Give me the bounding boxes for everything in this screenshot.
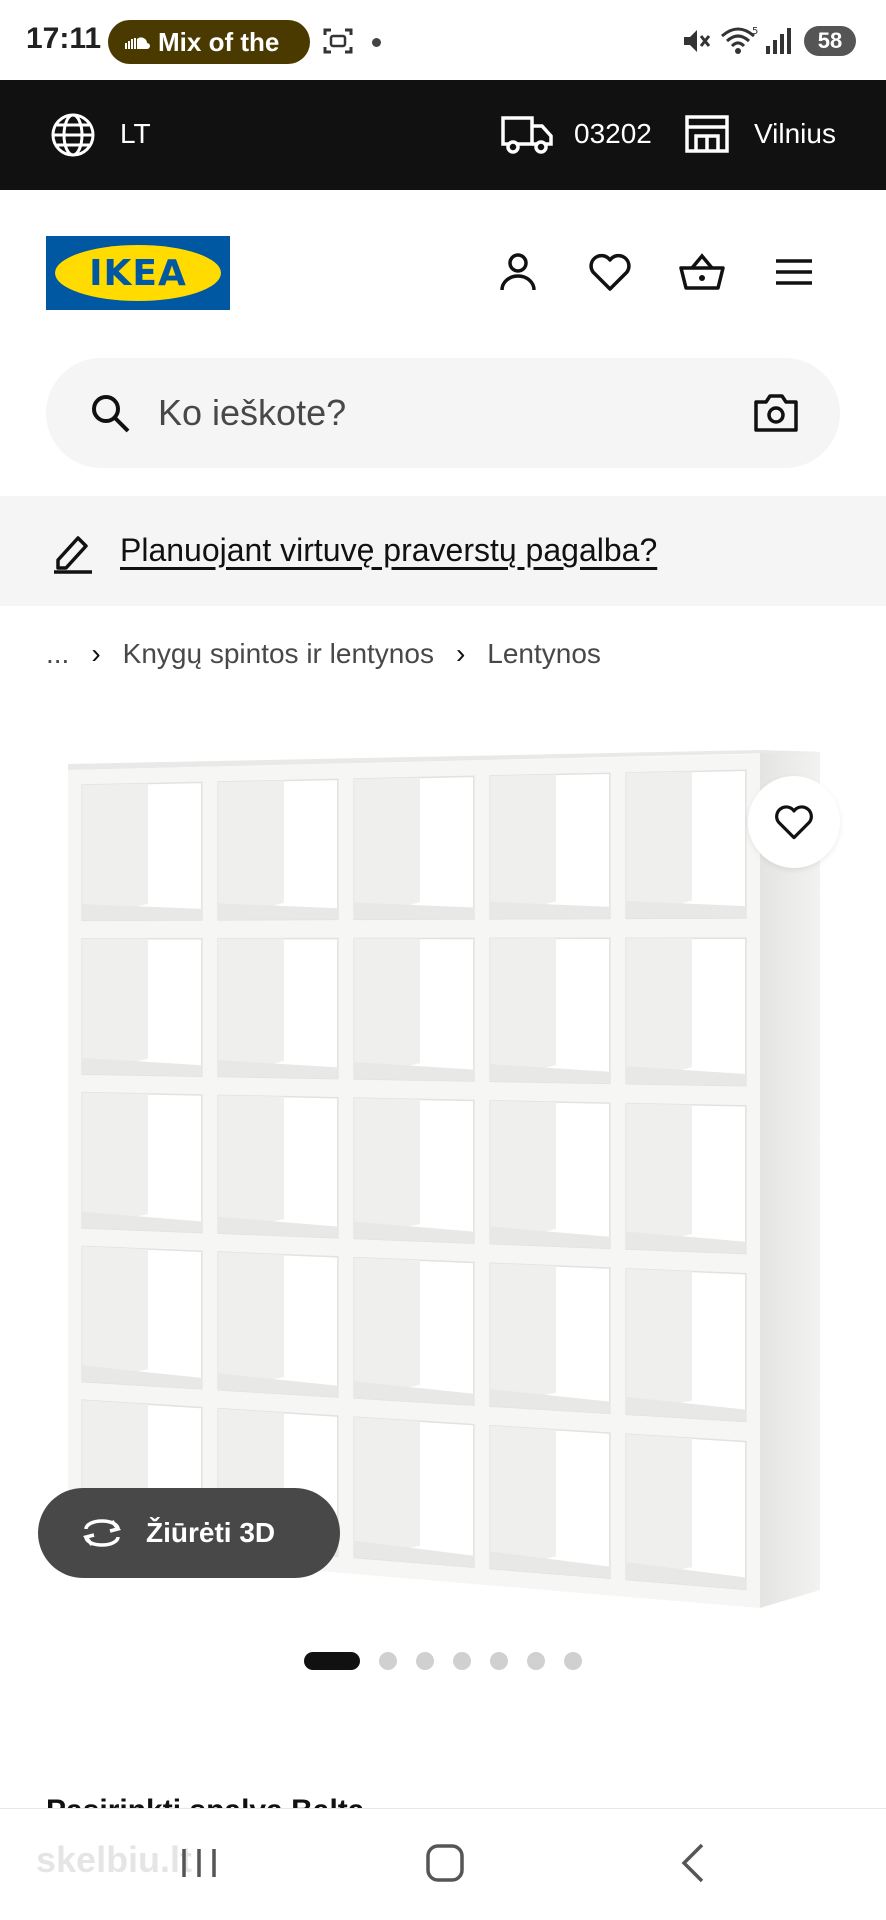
shelf-cube-shadow	[626, 938, 692, 1084]
menu-icon[interactable]	[770, 248, 818, 296]
shelf-cube-shadow	[490, 1100, 556, 1244]
store-icon[interactable]	[684, 114, 730, 154]
system-nav-bar: skelbiu.lt	[0, 1808, 886, 1920]
chevron-right-icon: ›	[455, 638, 466, 669]
favorite-button[interactable]	[748, 776, 840, 868]
soundcloud-icon	[125, 37, 150, 49]
ikea-logo[interactable]: IKEA	[46, 236, 230, 310]
shelf-cube-shadow	[82, 783, 148, 921]
chevron-right-icon: ›	[91, 638, 101, 669]
heart-icon	[775, 805, 813, 840]
home-icon[interactable]	[424, 1841, 466, 1885]
carousel-dot[interactable]	[490, 1652, 508, 1670]
shelf-cube-shadow	[626, 1268, 692, 1415]
status-time: 17:11	[26, 22, 102, 55]
shelf-cube-shadow	[218, 938, 284, 1077]
mute-icon	[684, 30, 711, 52]
carousel-dot[interactable]	[453, 1652, 471, 1670]
notification-dot	[372, 38, 381, 47]
postal-code[interactable]: 03202	[574, 118, 652, 150]
back-icon[interactable]	[676, 1841, 710, 1885]
shelf-cube-shadow	[218, 1251, 284, 1390]
shelf-cube-shadow	[354, 938, 420, 1079]
shelf-cube-shadow	[490, 1425, 556, 1569]
basket-icon[interactable]	[678, 248, 726, 296]
carousel-dot[interactable]	[416, 1652, 434, 1670]
shelf-cube-shadow	[218, 1095, 284, 1234]
shelf-cube-shadow	[626, 1434, 692, 1580]
shelf-cube-shadow	[82, 938, 148, 1075]
store-name[interactable]: Vilnius	[754, 118, 836, 150]
carousel-dot[interactable]	[527, 1652, 545, 1670]
breadcrumb-shelves[interactable]: Lentynos	[487, 638, 601, 670]
shelf-cube-shadow	[354, 1257, 420, 1398]
camera-icon[interactable]	[752, 390, 800, 434]
kitchen-help-banner: Planuojant virtuvę praverstų pagalba?	[0, 496, 886, 606]
watermark: skelbiu.lt	[36, 1839, 193, 1880]
pencil-icon	[54, 536, 92, 574]
carousel-dot[interactable]	[304, 1652, 360, 1670]
view-3d-label: Žiūrėti 3D	[146, 1517, 276, 1548]
media-pill[interactable]: Mix of the	[108, 20, 310, 64]
logo-oval: IKEA	[55, 245, 221, 301]
carousel-dot[interactable]	[379, 1652, 397, 1670]
globe-icon[interactable]	[50, 112, 96, 158]
rotate-3d-icon	[83, 1519, 121, 1547]
shelf-cube-shadow	[82, 1092, 148, 1228]
search-bar[interactable]	[46, 358, 840, 468]
shelf-cube-shadow	[354, 1417, 420, 1558]
screenshot-icon	[323, 28, 353, 54]
view-3d-button[interactable]: Žiūrėti 3D	[38, 1488, 340, 1578]
svg-text:5: 5	[752, 26, 758, 37]
search-input[interactable]	[158, 358, 718, 468]
breadcrumb-bookcases[interactable]: Knygų spintos ir lentynos	[123, 638, 434, 670]
user-icon[interactable]	[494, 248, 542, 296]
shelf-cube-shadow	[82, 1246, 148, 1382]
shelf-cube-shadow	[218, 780, 284, 920]
carousel-dots	[304, 1652, 601, 1670]
shelf-cube-shadow	[490, 774, 556, 919]
shelf-cube-shadow	[626, 1103, 692, 1249]
heart-icon[interactable]	[586, 248, 634, 296]
logo-text: IKEA	[89, 252, 187, 294]
carousel-dot[interactable]	[564, 1652, 582, 1670]
shelf-cube-shadow	[354, 777, 420, 920]
breadcrumb: ... › Knygų spintos ir lentynos › Lentyn…	[46, 638, 601, 670]
media-pill-text: Mix of the	[158, 26, 280, 57]
language-selector[interactable]: LT	[120, 118, 151, 150]
breadcrumb-ellipsis[interactable]: ...	[46, 638, 69, 670]
shelf-cube-shadow	[354, 1098, 420, 1239]
search-icon[interactable]	[88, 391, 132, 435]
shelf-cube-shadow	[626, 771, 692, 919]
status-bar: 17:11 Mix of the 5 58	[0, 0, 886, 80]
battery-indicator: 58	[804, 26, 856, 56]
signal-icon	[766, 28, 791, 54]
recents-icon[interactable]	[178, 1843, 220, 1883]
product-image[interactable]	[60, 740, 830, 1610]
shelf-cube-shadow	[490, 938, 556, 1082]
kitchen-help-link[interactable]: Planuojant virtuvę praverstų pagalba?	[120, 532, 657, 569]
truck-icon[interactable]	[500, 112, 554, 156]
top-bar: LT 03202 Vilnius	[0, 80, 886, 190]
wifi-icon: 5	[721, 26, 758, 54]
shelf-cube-shadow	[490, 1263, 556, 1407]
